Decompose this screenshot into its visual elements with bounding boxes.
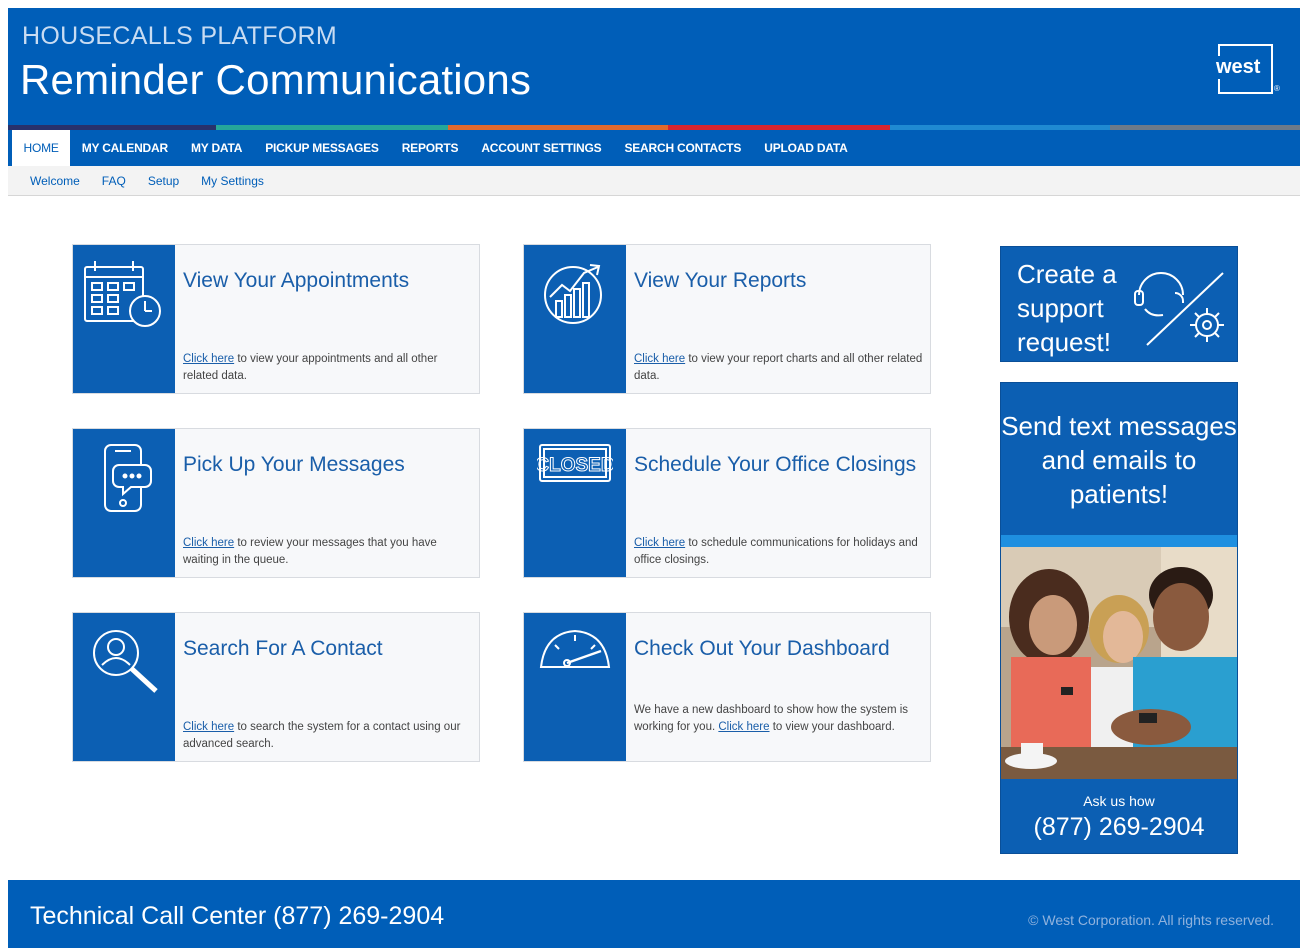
promo-phone-number: (877) 269-2904 [1033, 813, 1205, 841]
dashboard-gauge-icon [524, 613, 626, 761]
tab-reports[interactable]: REPORTS [390, 130, 470, 166]
subnav-my-settings[interactable]: My Settings [201, 174, 264, 188]
tab-search-contacts[interactable]: SEARCH CONTACTS [613, 130, 753, 166]
card-description: Click here to view your report charts an… [634, 351, 924, 385]
click-here-link[interactable]: Click here [634, 537, 685, 549]
search-person-icon [73, 613, 175, 761]
click-here-link[interactable]: Click here [634, 353, 685, 365]
logo-registered: ® [1274, 84, 1280, 93]
card-title: Pick Up Your Messages [183, 453, 405, 476]
people-with-phones-photo [1001, 547, 1237, 779]
promo-accent-bar [1001, 535, 1237, 547]
card-title: Search For A Contact [183, 637, 383, 660]
headset-gear-icon [1134, 272, 1224, 346]
click-here-link[interactable]: Click here [183, 537, 234, 549]
tab-upload-data[interactable]: UPLOAD DATA [753, 130, 859, 166]
card-title: View Your Reports [634, 269, 807, 292]
copyright: © West Corporation. All rights reserved. [1028, 912, 1274, 928]
card-title: View Your Appointments [183, 269, 410, 292]
tab-my-data[interactable]: MY DATA [179, 130, 253, 166]
support-text: Create a support request! [1017, 259, 1117, 357]
phone-message-icon [73, 429, 175, 577]
card-dashboard: Check Out Your Dashboard We have a new d… [523, 612, 931, 762]
header: HOUSECALLS PLATFORM Reminder Communicati… [8, 8, 1300, 130]
tab-account-settings[interactable]: ACCOUNT SETTINGS [470, 130, 613, 166]
report-chart-icon [524, 245, 626, 393]
footer: Technical Call Center (877) 269-2904 © W… [8, 880, 1300, 948]
tab-home[interactable]: HOME [12, 130, 71, 166]
click-here-link[interactable]: Click here [718, 721, 769, 733]
tab-pickup-messages[interactable]: PICKUP MESSAGES [254, 130, 390, 166]
card-description: Click here to schedule communications fo… [634, 535, 924, 569]
click-here-link[interactable]: Click here [183, 353, 234, 365]
card-title: Schedule Your Office Closings [634, 453, 917, 476]
subnav-faq[interactable]: FAQ [102, 174, 126, 188]
card-messages: Pick Up Your Messages Click here to revi… [72, 428, 480, 578]
card-reports: View Your Reports Click here to view you… [523, 244, 931, 394]
page: HOUSECALLS PLATFORM Reminder Communicati… [8, 8, 1300, 948]
ask-us-how-label: Ask us how [1083, 793, 1155, 809]
card-search-contact: Search For A Contact Click here to searc… [72, 612, 480, 762]
subnav-setup[interactable]: Setup [148, 174, 179, 188]
click-here-link[interactable]: Click here [183, 721, 234, 733]
closed-sign-icon: CLOSED [524, 429, 626, 577]
support-request-banner[interactable]: Create a support request! [1000, 246, 1238, 362]
page-title: Reminder Communications [20, 56, 532, 103]
subnav-welcome[interactable]: Welcome [30, 174, 80, 188]
promo-text: Send text messages and emails to patient… [1001, 411, 1237, 509]
card-office-closings: CLOSED Schedule Your Office Closings Cli… [523, 428, 931, 578]
card-appointments: View Your Appointments Click here to vie… [72, 244, 480, 394]
card-description: Click here to review your messages that … [183, 535, 473, 569]
main-nav: HOME MY CALENDAR MY DATA PICKUP MESSAGES… [8, 130, 1300, 166]
card-title: Check Out Your Dashboard [634, 637, 890, 660]
card-description: Click here to search the system for a co… [183, 719, 473, 753]
sub-nav: Welcome FAQ Setup My Settings [8, 166, 1300, 196]
text-messaging-promo[interactable]: Send text messages and emails to patient… [1000, 382, 1238, 854]
svg-text:CLOSED: CLOSED [537, 455, 613, 476]
logo-text: west [1214, 56, 1263, 79]
calendar-clock-icon [73, 245, 175, 393]
card-description: We have a new dashboard to show how the … [634, 702, 924, 736]
card-desc-text: to view your dashboard. [769, 721, 895, 733]
card-description: Click here to view your appointments and… [183, 351, 473, 385]
platform-name: HOUSECALLS PLATFORM [22, 22, 338, 50]
tab-my-calendar[interactable]: MY CALENDAR [70, 130, 179, 166]
technical-call-center: Technical Call Center (877) 269-2904 [30, 902, 445, 930]
